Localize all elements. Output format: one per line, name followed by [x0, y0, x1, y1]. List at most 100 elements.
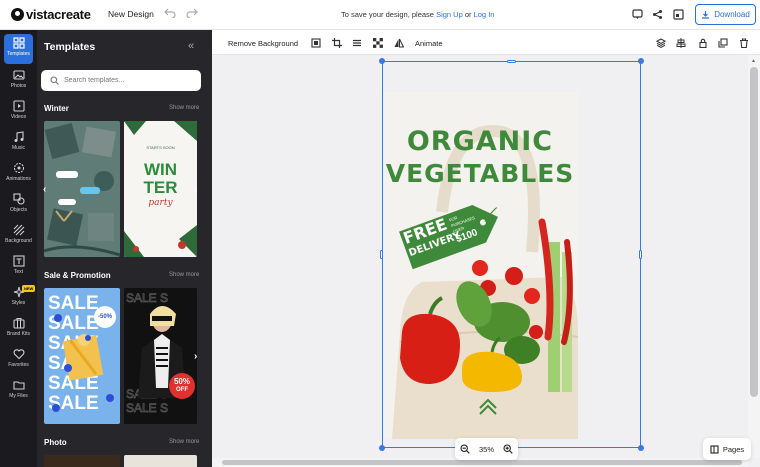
top-bar: vistacreate New Design To save your desi… — [0, 0, 760, 30]
zoom-level: 35% — [478, 444, 494, 454]
logo-text: vistacreate — [26, 7, 91, 22]
rail-item-animations[interactable]: Animations — [0, 159, 37, 189]
my-files-icon — [12, 381, 25, 390]
layers-icon[interactable] — [656, 38, 666, 48]
replace-image-icon[interactable] — [311, 38, 321, 48]
crop-icon[interactable] — [332, 38, 342, 48]
vertical-scroll-thumb[interactable] — [750, 67, 758, 397]
search-box[interactable] — [41, 70, 201, 91]
rail-item-brand-kits[interactable]: Brand Kits — [0, 314, 37, 344]
rail-label: My Files — [9, 393, 28, 399]
rail-item-styles[interactable]: Styles NEW — [0, 283, 37, 313]
music-icon — [14, 131, 24, 142]
pages-icon — [710, 444, 719, 454]
redo-icon[interactable] — [186, 8, 198, 21]
template-thumb-sale-fashion[interactable]: SALE S SALE S SALE S 50% OFF — [124, 288, 197, 424]
resize-handle-bottom-right[interactable] — [638, 445, 644, 451]
delete-icon[interactable] — [739, 38, 749, 48]
objects-icon — [12, 193, 25, 205]
background-icon — [13, 224, 24, 236]
undo-icon[interactable] — [164, 8, 176, 21]
resize-handle-right[interactable] — [639, 250, 642, 259]
winter-gifts-image — [44, 121, 120, 257]
align-icon[interactable] — [676, 38, 686, 48]
download-label: Download — [714, 10, 750, 19]
save-message: To save your design, please Sign Up or L… — [341, 10, 494, 19]
rail-item-objects[interactable]: Objects — [0, 190, 37, 220]
resize-icon[interactable] — [672, 9, 684, 21]
download-button[interactable]: Download — [695, 4, 756, 25]
rail-label: Music — [11, 145, 26, 151]
transparency-icon[interactable] — [373, 38, 383, 48]
rail-label: Background — [5, 238, 32, 244]
svg-text:SALE S: SALE S — [126, 401, 168, 415]
horizontal-scroll-thumb[interactable] — [222, 460, 742, 465]
rail-item-music[interactable]: Music — [0, 128, 37, 158]
search-input[interactable] — [64, 77, 194, 84]
rail-item-templates[interactable]: Templates — [4, 34, 33, 64]
resize-handle-bottom-left[interactable] — [379, 445, 385, 451]
sale-off-badge: 50% OFF — [169, 373, 195, 399]
pages-button[interactable]: Pages — [703, 438, 751, 460]
scroll-up-icon[interactable]: ▲ — [751, 58, 756, 64]
resize-handle-top-left[interactable] — [379, 58, 385, 64]
rail-item-favorites[interactable]: Favorites — [0, 345, 37, 375]
sale-next-arrow-icon[interactable]: › — [194, 351, 197, 362]
show-more-photo[interactable]: Show more — [169, 439, 199, 445]
animate-button[interactable]: Animate — [415, 39, 443, 48]
duplicate-icon[interactable] — [718, 38, 728, 48]
text-icon — [12, 255, 25, 267]
share-icon[interactable] — [651, 9, 663, 21]
adjust-icon[interactable] — [352, 38, 362, 48]
animations-icon — [13, 162, 24, 174]
resize-handle-left[interactable] — [380, 250, 383, 259]
log-in-link[interactable]: Log In — [474, 10, 495, 19]
new-badge: NEW — [22, 285, 36, 292]
rail-label: Styles — [11, 300, 26, 306]
rail-item-text[interactable]: Text — [0, 252, 37, 282]
flip-icon[interactable] — [394, 38, 404, 48]
sign-up-link[interactable]: Sign Up — [436, 10, 463, 19]
zoom-control: 35% — [455, 438, 518, 460]
winter-next-arrow-icon[interactable]: › — [194, 184, 197, 195]
rail-item-my-files[interactable]: My Files — [0, 376, 37, 406]
vistacreate-logo[interactable]: vistacreate — [11, 7, 91, 22]
winter-prev-arrow-icon[interactable]: ‹ — [43, 184, 46, 195]
design-title[interactable]: New Design — [108, 9, 154, 19]
logo-mark-icon — [11, 8, 24, 21]
template-thumb-winter-gifts[interactable] — [44, 121, 120, 257]
rail-label: Animations — [6, 176, 31, 182]
svg-text:SALE S: SALE S — [126, 291, 168, 305]
template-thumb-photo-2[interactable] — [124, 455, 197, 467]
collapse-panel-icon[interactable]: « — [188, 40, 194, 52]
rail-item-background[interactable]: Background — [0, 221, 37, 251]
show-more-winter[interactable]: Show more — [169, 105, 199, 111]
winter-word-2: TER — [143, 178, 178, 197]
rail-label: Videos — [10, 114, 27, 120]
lock-icon[interactable] — [698, 38, 708, 48]
rail-item-videos[interactable]: Videos — [0, 97, 37, 127]
panel-title: Templates — [44, 41, 96, 53]
remove-background-button[interactable]: Remove Background — [228, 39, 298, 48]
rail-label: Brand Kits — [6, 331, 31, 337]
resize-handle-top[interactable] — [507, 60, 516, 63]
photos-icon — [12, 70, 25, 80]
zoom-in-icon[interactable] — [503, 444, 514, 454]
resize-handle-top-right[interactable] — [638, 58, 644, 64]
section-title-photo: Photo — [44, 438, 67, 447]
template-thumb-sale-blue[interactable]: SALE SALE SALE SALE SALE SALE -50% — [44, 288, 120, 424]
rail-label: Objects — [10, 207, 27, 213]
vertical-scrollbar[interactable]: ▲ — [748, 55, 760, 458]
left-rail: Templates Photos Videos Music Animations… — [0, 30, 37, 467]
template-thumb-winter-party[interactable]: STARTS SOON WIN TER party — [124, 121, 197, 257]
section-title-winter: Winter — [44, 104, 69, 113]
rail-label: Templates — [7, 51, 30, 57]
element-toolbar: Remove Background Animate — [212, 30, 760, 55]
show-more-sale[interactable]: Show more — [169, 272, 199, 278]
winter-starts-soon: STARTS SOON — [146, 145, 175, 150]
zoom-out-icon[interactable] — [460, 444, 470, 454]
template-thumb-photo-1[interactable] — [44, 455, 120, 467]
rail-item-photos[interactable]: Photos — [0, 66, 37, 96]
sale-off-label: OFF — [176, 387, 188, 393]
comment-icon[interactable] — [631, 9, 643, 21]
